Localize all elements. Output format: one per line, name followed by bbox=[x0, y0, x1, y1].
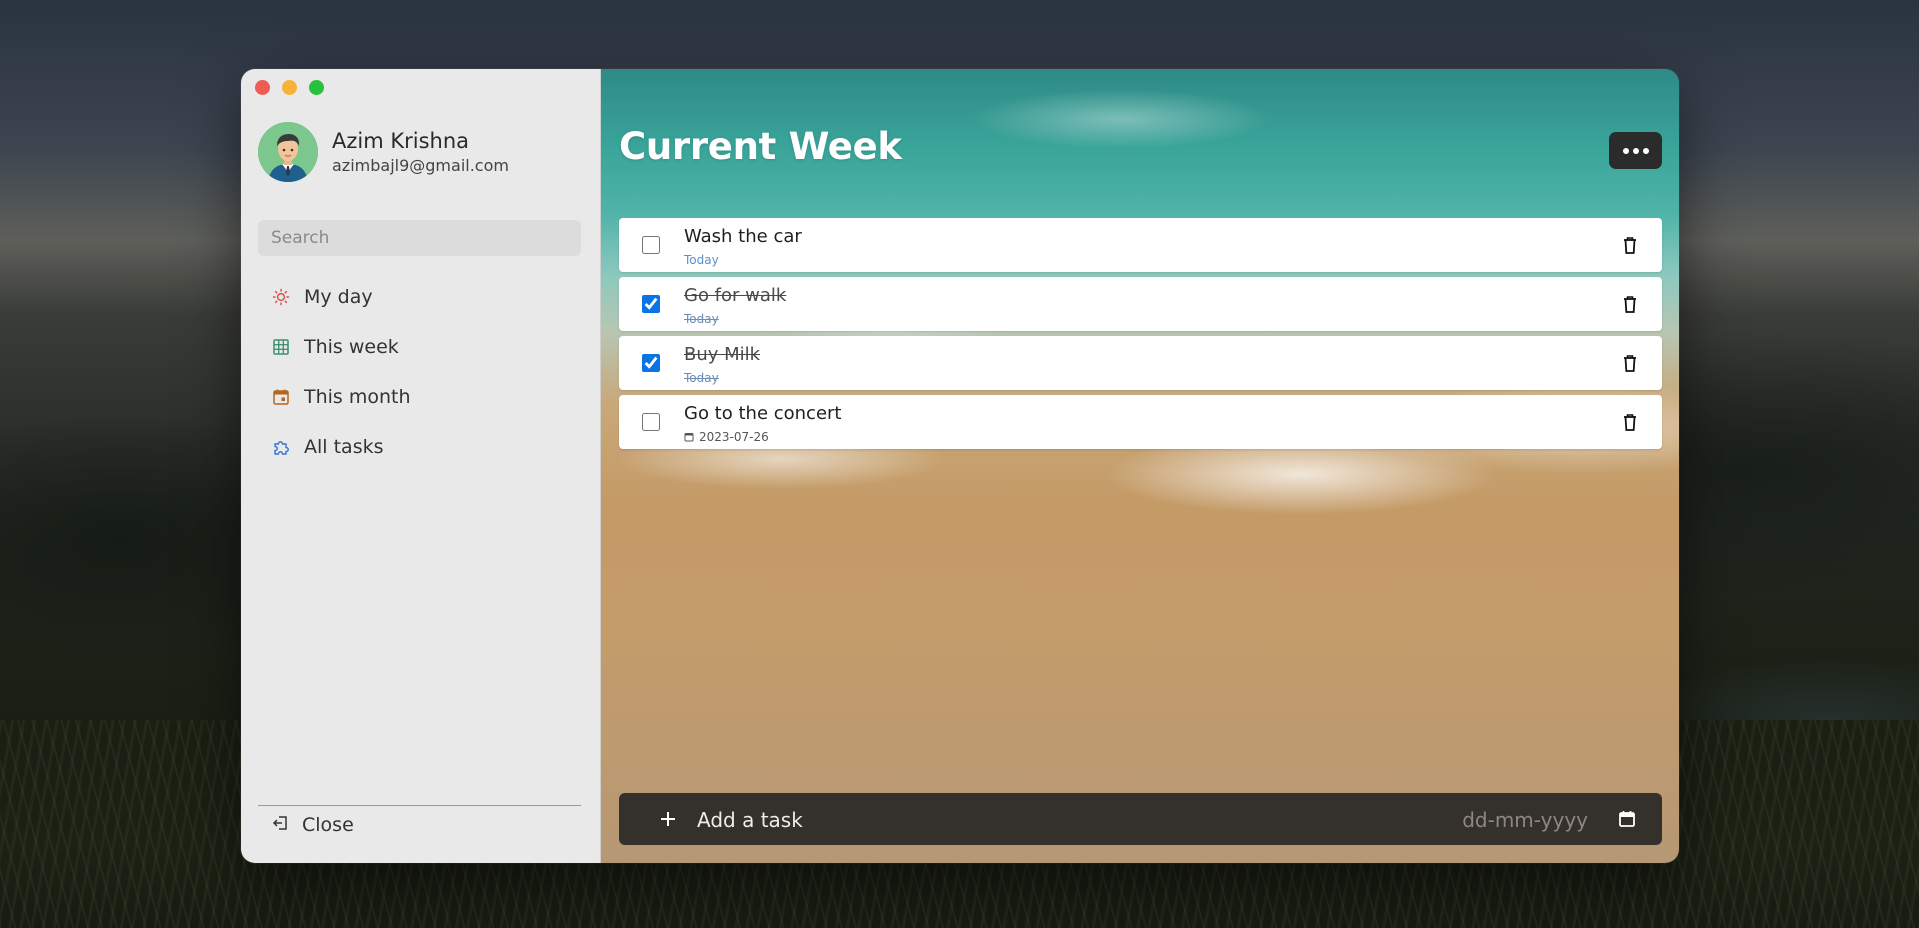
sidebar-item-all-tasks[interactable]: All tasks bbox=[258, 422, 581, 472]
task-due-date: 2023-07-26 bbox=[699, 430, 769, 444]
sun-icon bbox=[272, 288, 290, 306]
page-title: Current Week bbox=[619, 125, 902, 168]
sidebar-nav: My day This week This month All tasks bbox=[258, 272, 581, 472]
add-task-button[interactable] bbox=[655, 806, 681, 832]
task-title: Go for walk bbox=[684, 285, 787, 306]
task-list: Wash the car Today Go for walk Today Buy… bbox=[619, 218, 1662, 454]
task-item: Buy Milk Today bbox=[619, 336, 1662, 390]
task-item: Go to the concert 2023-07-26 bbox=[619, 395, 1662, 449]
more-options-button[interactable] bbox=[1609, 132, 1662, 169]
task-checkbox[interactable] bbox=[642, 236, 660, 254]
task-due: Today bbox=[684, 253, 719, 267]
delete-task-button[interactable] bbox=[1619, 292, 1641, 316]
window-maximize-button[interactable] bbox=[309, 80, 324, 95]
sidebar-item-my-day[interactable]: My day bbox=[258, 272, 581, 322]
plus-icon bbox=[661, 812, 675, 826]
task-checkbox[interactable] bbox=[642, 413, 660, 431]
window-minimize-button[interactable] bbox=[282, 80, 297, 95]
user-profile: Azim Krishna azimbajl9@gmail.com bbox=[258, 122, 509, 182]
window-close-button[interactable] bbox=[255, 80, 270, 95]
calendar-icon bbox=[684, 432, 694, 442]
profile-name: Azim Krishna bbox=[332, 129, 470, 153]
trash-icon bbox=[1624, 355, 1636, 372]
avatar[interactable] bbox=[258, 122, 318, 182]
trash-icon bbox=[1624, 237, 1636, 254]
sidebar-item-label: This week bbox=[304, 336, 399, 358]
delete-task-button[interactable] bbox=[1619, 233, 1641, 257]
task-item: Wash the car Today bbox=[619, 218, 1662, 272]
add-task-bar bbox=[619, 793, 1662, 845]
date-picker-button[interactable] bbox=[1616, 808, 1638, 830]
app-window: Azim Krishna azimbajl9@gmail.com Search … bbox=[241, 69, 1679, 863]
task-due: 2023-07-26 bbox=[684, 430, 769, 444]
task-due: Today bbox=[684, 312, 719, 326]
delete-task-button[interactable] bbox=[1619, 410, 1641, 434]
sidebar-item-this-month[interactable]: This month bbox=[258, 372, 581, 422]
task-due: Today bbox=[684, 371, 719, 385]
due-date-input[interactable] bbox=[1436, 803, 1590, 837]
sidebar-item-label: My day bbox=[304, 286, 373, 308]
search-input[interactable] bbox=[258, 220, 581, 256]
calendar-icon bbox=[272, 388, 290, 406]
sidebar-item-label: All tasks bbox=[304, 436, 384, 458]
task-checkbox[interactable] bbox=[642, 295, 660, 313]
sidebar-divider bbox=[258, 805, 581, 806]
task-title: Go to the concert bbox=[684, 403, 842, 424]
task-title: Wash the car bbox=[684, 226, 802, 247]
trash-icon bbox=[1624, 296, 1636, 313]
profile-email: azimbajl9@gmail.com bbox=[332, 156, 509, 175]
sign-out-icon bbox=[272, 814, 290, 836]
close-button[interactable]: Close bbox=[272, 814, 354, 836]
calendar-icon bbox=[1619, 811, 1635, 827]
task-title: Buy Milk bbox=[684, 344, 761, 365]
delete-task-button[interactable] bbox=[1619, 351, 1641, 375]
sidebar: Azim Krishna azimbajl9@gmail.com Search … bbox=[241, 69, 601, 863]
sidebar-item-label: This month bbox=[304, 386, 411, 408]
task-item: Go for walk Today bbox=[619, 277, 1662, 331]
window-controls bbox=[255, 80, 324, 95]
dot-icon bbox=[1642, 147, 1649, 154]
dot-icon bbox=[1632, 147, 1639, 154]
trash-icon bbox=[1624, 414, 1636, 431]
task-checkbox[interactable] bbox=[642, 354, 660, 372]
grid-icon bbox=[272, 338, 290, 356]
avatar-illustration bbox=[258, 122, 318, 182]
close-label: Close bbox=[302, 814, 354, 836]
sidebar-item-this-week[interactable]: This week bbox=[258, 322, 581, 372]
main-panel: Current Week Wash the car Today Go for w… bbox=[601, 69, 1679, 863]
add-task-input[interactable] bbox=[695, 803, 1299, 837]
puzzle-icon bbox=[272, 438, 290, 456]
dot-icon bbox=[1622, 147, 1629, 154]
